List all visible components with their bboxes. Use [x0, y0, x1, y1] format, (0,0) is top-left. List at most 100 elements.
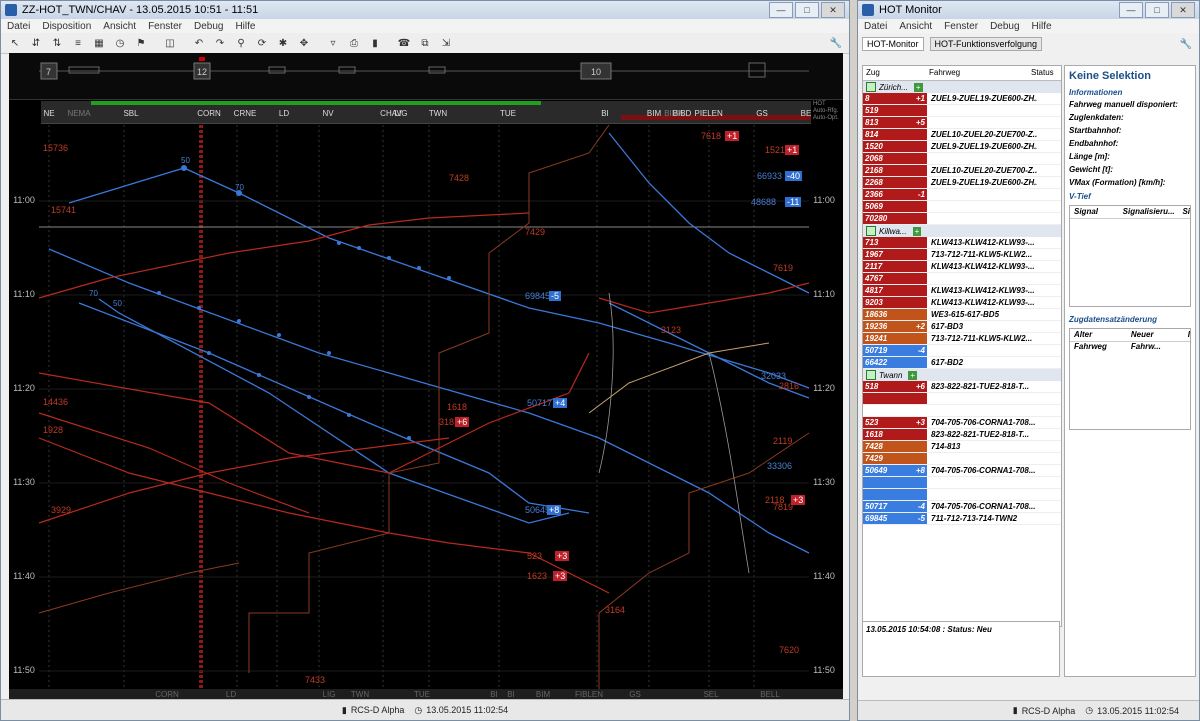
train-label[interactable]: 48688: [751, 197, 776, 207]
train-label[interactable]: 50717: [527, 398, 552, 408]
vtief-col-signalisierung[interactable]: Signalisieru...: [1119, 206, 1179, 218]
train-row[interactable]: 518 +6 823-822-821-TUE2-818-T...: [863, 381, 1061, 393]
export-icon[interactable]: ⇲: [438, 36, 454, 50]
train-row[interactable]: 1967 713-712-711-KLW5-KLW2...: [863, 249, 1061, 261]
menu-item-3[interactable]: Fenster: [148, 21, 182, 32]
copy-icon[interactable]: ⧉: [417, 36, 433, 50]
train-row[interactable]: 5069: [863, 201, 1061, 213]
grid-tool-icon[interactable]: ▦: [91, 36, 107, 50]
group-header[interactable]: Zürich... +: [863, 81, 1061, 93]
train-label[interactable]: 1623: [527, 571, 547, 581]
change-table[interactable]: Alter Fahrweg Neuer Fahrw... I: [1069, 328, 1191, 430]
battery-icon[interactable]: ▮: [367, 36, 383, 50]
train-row[interactable]: [863, 477, 1061, 489]
train-row[interactable]: 519: [863, 105, 1061, 117]
clock-tool-icon[interactable]: ◷: [112, 36, 128, 50]
plus-icon[interactable]: +: [908, 370, 918, 380]
train-row[interactable]: 2268 ZUEL9-ZUEL19-ZUE600-ZH...: [863, 177, 1061, 189]
train-label[interactable]: 66933: [757, 171, 782, 181]
menu-item-2[interactable]: Fenster: [944, 21, 978, 32]
train-label[interactable]: 7429: [525, 227, 545, 237]
train-label[interactable]: 1521: [765, 145, 785, 155]
print-icon[interactable]: ⎙: [346, 36, 362, 50]
train-label[interactable]: 3123: [661, 325, 681, 335]
train-label[interactable]: 7619: [773, 263, 793, 273]
monitor-titlebar[interactable]: HOT Monitor — □ ✕: [858, 1, 1199, 19]
tab-hot-monitor[interactable]: HOT-Monitor: [862, 37, 924, 51]
train-label[interactable]: 1928: [43, 425, 63, 435]
train-label[interactable]: 2816: [779, 381, 799, 391]
train-row[interactable]: 70280: [863, 213, 1061, 225]
lines-tool-icon[interactable]: ≡: [70, 36, 86, 50]
col-status[interactable]: Status: [1028, 66, 1061, 80]
train-row[interactable]: 50719 -4: [863, 345, 1061, 357]
change-col-i[interactable]: I: [1184, 329, 1190, 341]
train-row[interactable]: 7429: [863, 453, 1061, 465]
train-row[interactable]: 1618 823-822-821-TUE2-818-T...: [863, 429, 1061, 441]
train-row[interactable]: 523 +3 704-705-706-CORNA1-708...: [863, 417, 1061, 429]
change-col-neuer-fahrweg[interactable]: Neuer Fahrw...: [1127, 329, 1184, 351]
reset-zoom-icon[interactable]: ⟳: [254, 36, 270, 50]
train-label[interactable]: 14436: [43, 397, 68, 407]
phone-icon[interactable]: ☎: [396, 36, 412, 50]
train-label[interactable]: 15736: [43, 143, 68, 153]
train-row[interactable]: 4817 KLW413-KLW412-KLW93-...: [863, 285, 1061, 297]
train-label[interactable]: 7618: [701, 131, 721, 141]
train-label[interactable]: 33306: [767, 461, 792, 471]
train-label[interactable]: 7433: [305, 675, 325, 685]
train-label[interactable]: 2119: [773, 436, 792, 446]
train-row[interactable]: 69845 -5 711-712-713-714-TWN2: [863, 513, 1061, 525]
train-row[interactable]: 50717 -4 704-705-706-CORNA1-708...: [863, 501, 1061, 513]
plus-icon[interactable]: +: [913, 82, 923, 92]
train-row[interactable]: 2366 -1: [863, 189, 1061, 201]
train-list[interactable]: Zug Fahrweg Status Zürich... +8 +1 ZUEL9-ZU…: [862, 65, 1062, 627]
minimize-button[interactable]: —: [1119, 2, 1143, 18]
filter-icon[interactable]: ▿: [325, 36, 341, 50]
redo-icon[interactable]: ↷: [212, 36, 228, 50]
train-row[interactable]: 4767: [863, 273, 1061, 285]
flag-tool-icon[interactable]: ⚑: [133, 36, 149, 50]
train-row[interactable]: 8 +1 ZUEL9-ZUEL19-ZUE600-ZH...: [863, 93, 1061, 105]
train-label[interactable]: 3929: [51, 505, 71, 515]
train-row[interactable]: 19241 713-712-711-KLW5-KLW2...: [863, 333, 1061, 345]
train-row[interactable]: 18636 WE3-615-617-BD5: [863, 309, 1061, 321]
group-checkbox[interactable]: [866, 82, 876, 92]
train-row[interactable]: 7428 714-813: [863, 441, 1061, 453]
col-fahrweg[interactable]: Fahrweg: [926, 66, 1028, 80]
group-header[interactable]: Killwa... +: [863, 225, 1061, 237]
graph-titlebar[interactable]: ZZ-HOT_TWN/CHAV - 13.05.2015 10:51 - 11:…: [1, 1, 849, 19]
group-checkbox[interactable]: [866, 370, 876, 380]
train-label[interactable]: 318: [439, 417, 454, 427]
train-label[interactable]: 523: [527, 551, 542, 561]
plus-icon[interactable]: +: [912, 226, 922, 236]
train-row[interactable]: 713 KLW413-KLW412-KLW93-...: [863, 237, 1061, 249]
train-row[interactable]: 50649 +8 704-705-706-CORNA1-708...: [863, 465, 1061, 477]
time-distance-graph[interactable]: 7 12 10 NE NEMA SBL CORN CRNE LD NV CHAV LIG TWN T…: [9, 53, 843, 701]
close-button[interactable]: ✕: [1171, 2, 1195, 18]
train-row[interactable]: 66422 617-BD2: [863, 357, 1061, 369]
arrow-tool-icon[interactable]: ↖: [7, 36, 23, 50]
menu-item-5[interactable]: Hilfe: [235, 21, 255, 32]
train-row[interactable]: 2068: [863, 153, 1061, 165]
train-row[interactable]: [863, 405, 1061, 417]
star-icon[interactable]: ✱: [275, 36, 291, 50]
train-row[interactable]: [863, 489, 1061, 501]
minimize-button[interactable]: —: [769, 2, 793, 18]
menu-item-1[interactable]: Disposition: [42, 21, 91, 32]
vtief-col-si[interactable]: Si: [1178, 206, 1190, 218]
group-checkbox[interactable]: [866, 226, 876, 236]
menu-item-3[interactable]: Debug: [990, 21, 1019, 32]
menu-item-0[interactable]: Datei: [864, 21, 887, 32]
route-tool-icon[interactable]: ⇵: [28, 36, 44, 50]
tab-hot-funktionsverfolgung[interactable]: HOT-Funktionsverfolgung: [929, 37, 1043, 51]
menu-item-2[interactable]: Ansicht: [103, 21, 136, 32]
train-label[interactable]: 15741: [51, 205, 76, 215]
col-zug[interactable]: Zug: [863, 66, 926, 80]
train-label[interactable]: 7428: [449, 173, 469, 183]
train-row[interactable]: [863, 393, 1061, 405]
train-row[interactable]: 2168 ZUEL10-ZUEL20-ZUE700-Z...: [863, 165, 1061, 177]
group-header[interactable]: Twann +: [863, 369, 1061, 381]
train-label[interactable]: 32033: [761, 371, 786, 381]
maximize-button[interactable]: □: [795, 2, 819, 18]
train-row[interactable]: 2117 KLW413-KLW412-KLW93-...: [863, 261, 1061, 273]
